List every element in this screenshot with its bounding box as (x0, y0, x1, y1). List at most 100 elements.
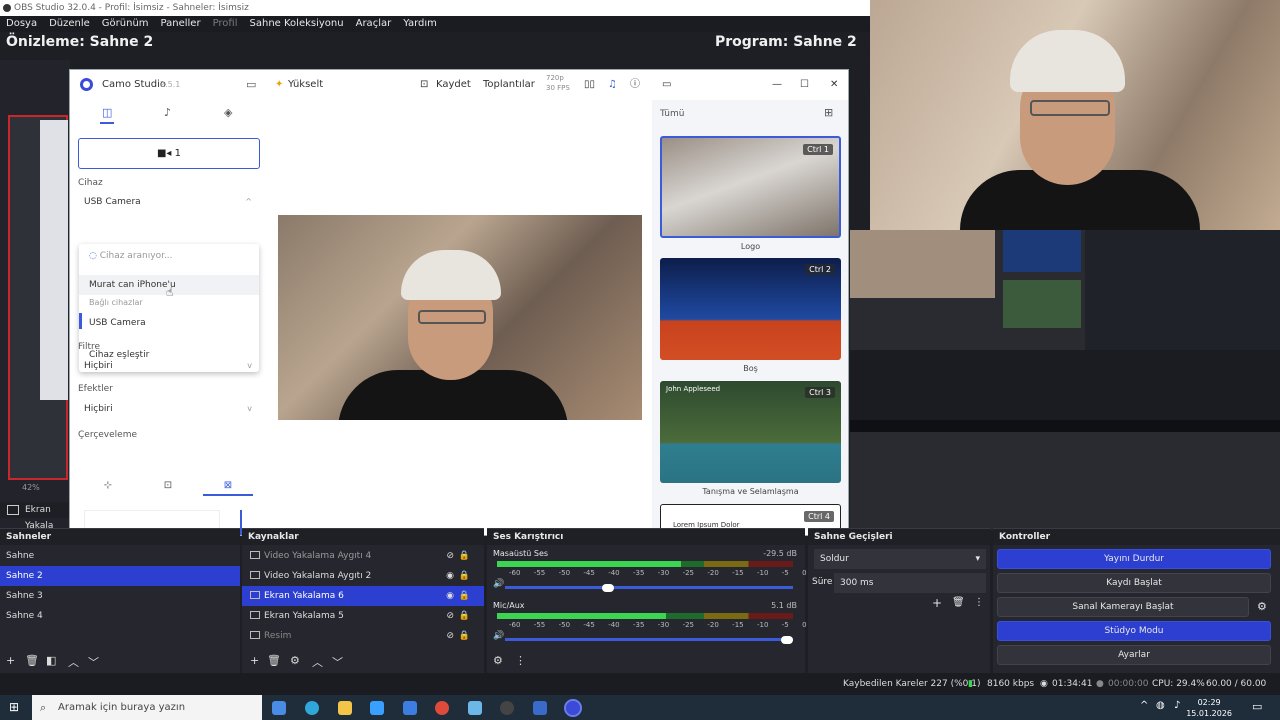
volume-slider[interactable] (505, 586, 793, 589)
close-button[interactable]: ✕ (830, 70, 838, 100)
camera-tab-icon[interactable]: ◫ (102, 106, 112, 119)
gear-icon[interactable]: ⚙ (290, 654, 300, 667)
source-item[interactable]: Video Yakalama Aygıtı 4 ⊘ 🔒 (242, 546, 484, 566)
source-item[interactable]: Resim ⊘ 🔒 (242, 626, 484, 646)
menu-docks[interactable]: Paneller (161, 16, 201, 32)
studio-mode-button[interactable]: Stüdyo Modu (997, 621, 1271, 641)
source-item-selected[interactable]: Ekran Yakalama 6 ◉ 🔒 (242, 586, 484, 606)
minimize-button[interactable]: — (772, 70, 782, 100)
volume-slider-knob[interactable] (781, 636, 793, 644)
mail-icon[interactable] (403, 701, 417, 715)
overlay-thumb-blank[interactable]: Ctrl 2 (660, 258, 841, 360)
add-icon[interactable]: + (250, 654, 259, 667)
more-menu-icon[interactable]: ⋮ (974, 597, 984, 608)
chevron-up-icon[interactable]: ︿ (312, 654, 323, 670)
stop-stream-button[interactable]: Yayını Durdur (997, 549, 1271, 569)
start-recording-button[interactable]: Kaydı Başlat (997, 573, 1271, 593)
lock-icon[interactable]: 🔒 (459, 606, 470, 626)
duration-input[interactable]: 300 ms (834, 573, 986, 593)
taskbar-search-input[interactable]: ⌕ Aramak için buraya yazın (32, 695, 262, 720)
menu-view[interactable]: Görünüm (102, 16, 149, 32)
edge-icon[interactable] (305, 701, 319, 715)
tray-chevron-icon[interactable]: ^ (1140, 700, 1148, 711)
device-select[interactable]: USB Camera ^ (78, 191, 260, 213)
visibility-hidden-icon[interactable]: ⊘ (446, 546, 454, 566)
camo-taskbar-icon[interactable] (564, 699, 582, 717)
menu-edit[interactable]: Düzenle (49, 16, 90, 32)
network-icon[interactable]: ◍ (1156, 700, 1165, 711)
speaker-icon[interactable]: 🔊 (493, 631, 504, 641)
lock-icon[interactable]: 🔒 (459, 586, 470, 606)
trash-icon[interactable]: 🗑 (267, 654, 281, 667)
maximize-button[interactable]: ☐ (800, 70, 809, 100)
source-item[interactable]: Video Yakalama Aygıtı 2 ◉ 🔒 (242, 566, 484, 586)
framing-center-icon[interactable]: ⊡ (143, 476, 193, 496)
scene-item-selected[interactable]: Sahne 2 (0, 566, 240, 586)
store-icon[interactable] (370, 701, 384, 715)
scene-item[interactable]: Sahne 4 (0, 606, 240, 626)
framing-auto-icon[interactable]: ⊠ (203, 476, 253, 496)
source-item[interactable]: Ekran Yakalama 5 ⊘ 🔒 (242, 606, 484, 626)
gear-icon[interactable]: ⚙ (493, 654, 503, 667)
gear-icon[interactable]: ⚙ (1257, 600, 1267, 613)
file-explorer-icon[interactable] (338, 701, 352, 715)
chevron-down-icon[interactable]: ﹀ (332, 654, 343, 670)
start-virtual-camera-button[interactable]: Sanal Kamerayı Başlat (997, 597, 1249, 617)
filter-icon[interactable]: ◧ (46, 654, 56, 667)
speaker-icon[interactable]: 🔊 (493, 579, 504, 589)
device-button[interactable]: ■◂ 1 (78, 138, 260, 169)
settings-button[interactable]: Ayarlar (997, 645, 1271, 665)
usb-camera-item[interactable]: USB Camera (89, 318, 146, 328)
volume-slider-knob[interactable] (602, 584, 614, 592)
lock-icon[interactable]: 🔒 (459, 546, 470, 566)
notification-icon[interactable]: ♫ (608, 70, 617, 100)
more-menu-icon[interactable]: ⋮ (515, 654, 526, 667)
framing-manual-icon[interactable]: ⊹ (83, 476, 133, 496)
help-icon[interactable]: ⓘ (630, 70, 640, 100)
copilot-icon[interactable] (272, 701, 286, 715)
layers-tab-icon[interactable]: ◈ (224, 106, 232, 119)
menu-file[interactable]: Dosya (6, 16, 37, 32)
add-icon[interactable]: + (932, 596, 942, 610)
menu-tools[interactable]: Araçlar (356, 16, 392, 32)
volume-slider[interactable] (505, 638, 793, 641)
visibility-eye-icon[interactable]: ◉ (446, 566, 454, 586)
menu-profile[interactable]: Profil (213, 16, 238, 32)
upgrade-button[interactable]: Yükselt (288, 70, 323, 100)
grid-view-icon[interactable]: ⊞ (824, 106, 833, 119)
obs-taskbar-icon[interactable] (500, 701, 514, 715)
app-icon[interactable] (468, 701, 482, 715)
preview-canvas[interactable] (0, 60, 70, 530)
trash-icon[interactable]: 🗑 (952, 597, 965, 608)
visibility-hidden-icon[interactable]: ⊘ (446, 606, 454, 626)
menu-help[interactable]: Yardım (403, 16, 437, 32)
chevron-up-icon[interactable]: ︿ (68, 654, 79, 670)
menu-scene-collection[interactable]: Sahne Koleksiyonu (250, 16, 344, 32)
microphone-tab-icon[interactable]: ♪ (164, 106, 171, 119)
trash-icon[interactable]: 🗑 (25, 654, 39, 667)
chevron-down-icon[interactable]: ﹀ (88, 654, 99, 670)
visibility-eye-icon[interactable]: ◉ (446, 586, 454, 606)
visibility-hidden-icon[interactable]: ⊘ (446, 626, 454, 646)
transition-select[interactable]: Soldur ▾ (814, 549, 986, 569)
camera-frame-icon[interactable]: ▭ (246, 70, 256, 100)
overlay-thumb-greeting[interactable]: John Appleseed Ctrl 3 (660, 381, 841, 483)
filter-all-select[interactable]: Tümü (660, 104, 810, 124)
filter-select[interactable]: Hiçbiri v (78, 355, 260, 377)
notification-icon[interactable]: ▭ (1252, 700, 1262, 713)
record-button[interactable]: Kaydet (436, 70, 471, 100)
scene-item[interactable]: Sahne 3 (0, 586, 240, 606)
windows-start-icon[interactable]: ⊞ (9, 700, 19, 714)
scene-item[interactable]: Sahne (0, 546, 240, 566)
layout-icon[interactable]: ▯▯ (584, 70, 595, 100)
lock-icon[interactable]: 🔒 (459, 566, 470, 586)
add-icon[interactable]: + (6, 654, 15, 667)
effects-select[interactable]: Hiçbiri v (78, 398, 260, 420)
shield-icon[interactable] (533, 701, 547, 715)
overlay-thumb-logo[interactable]: Ctrl 1 (660, 136, 841, 238)
sidebar-toggle-icon[interactable]: ▭ (662, 70, 671, 100)
meetings-button[interactable]: Toplantılar (483, 70, 535, 100)
lock-icon[interactable]: 🔒 (459, 626, 470, 646)
chrome-icon[interactable] (435, 701, 449, 715)
taskbar-clock[interactable]: 02:29 15.01.2026 (1186, 697, 1232, 719)
